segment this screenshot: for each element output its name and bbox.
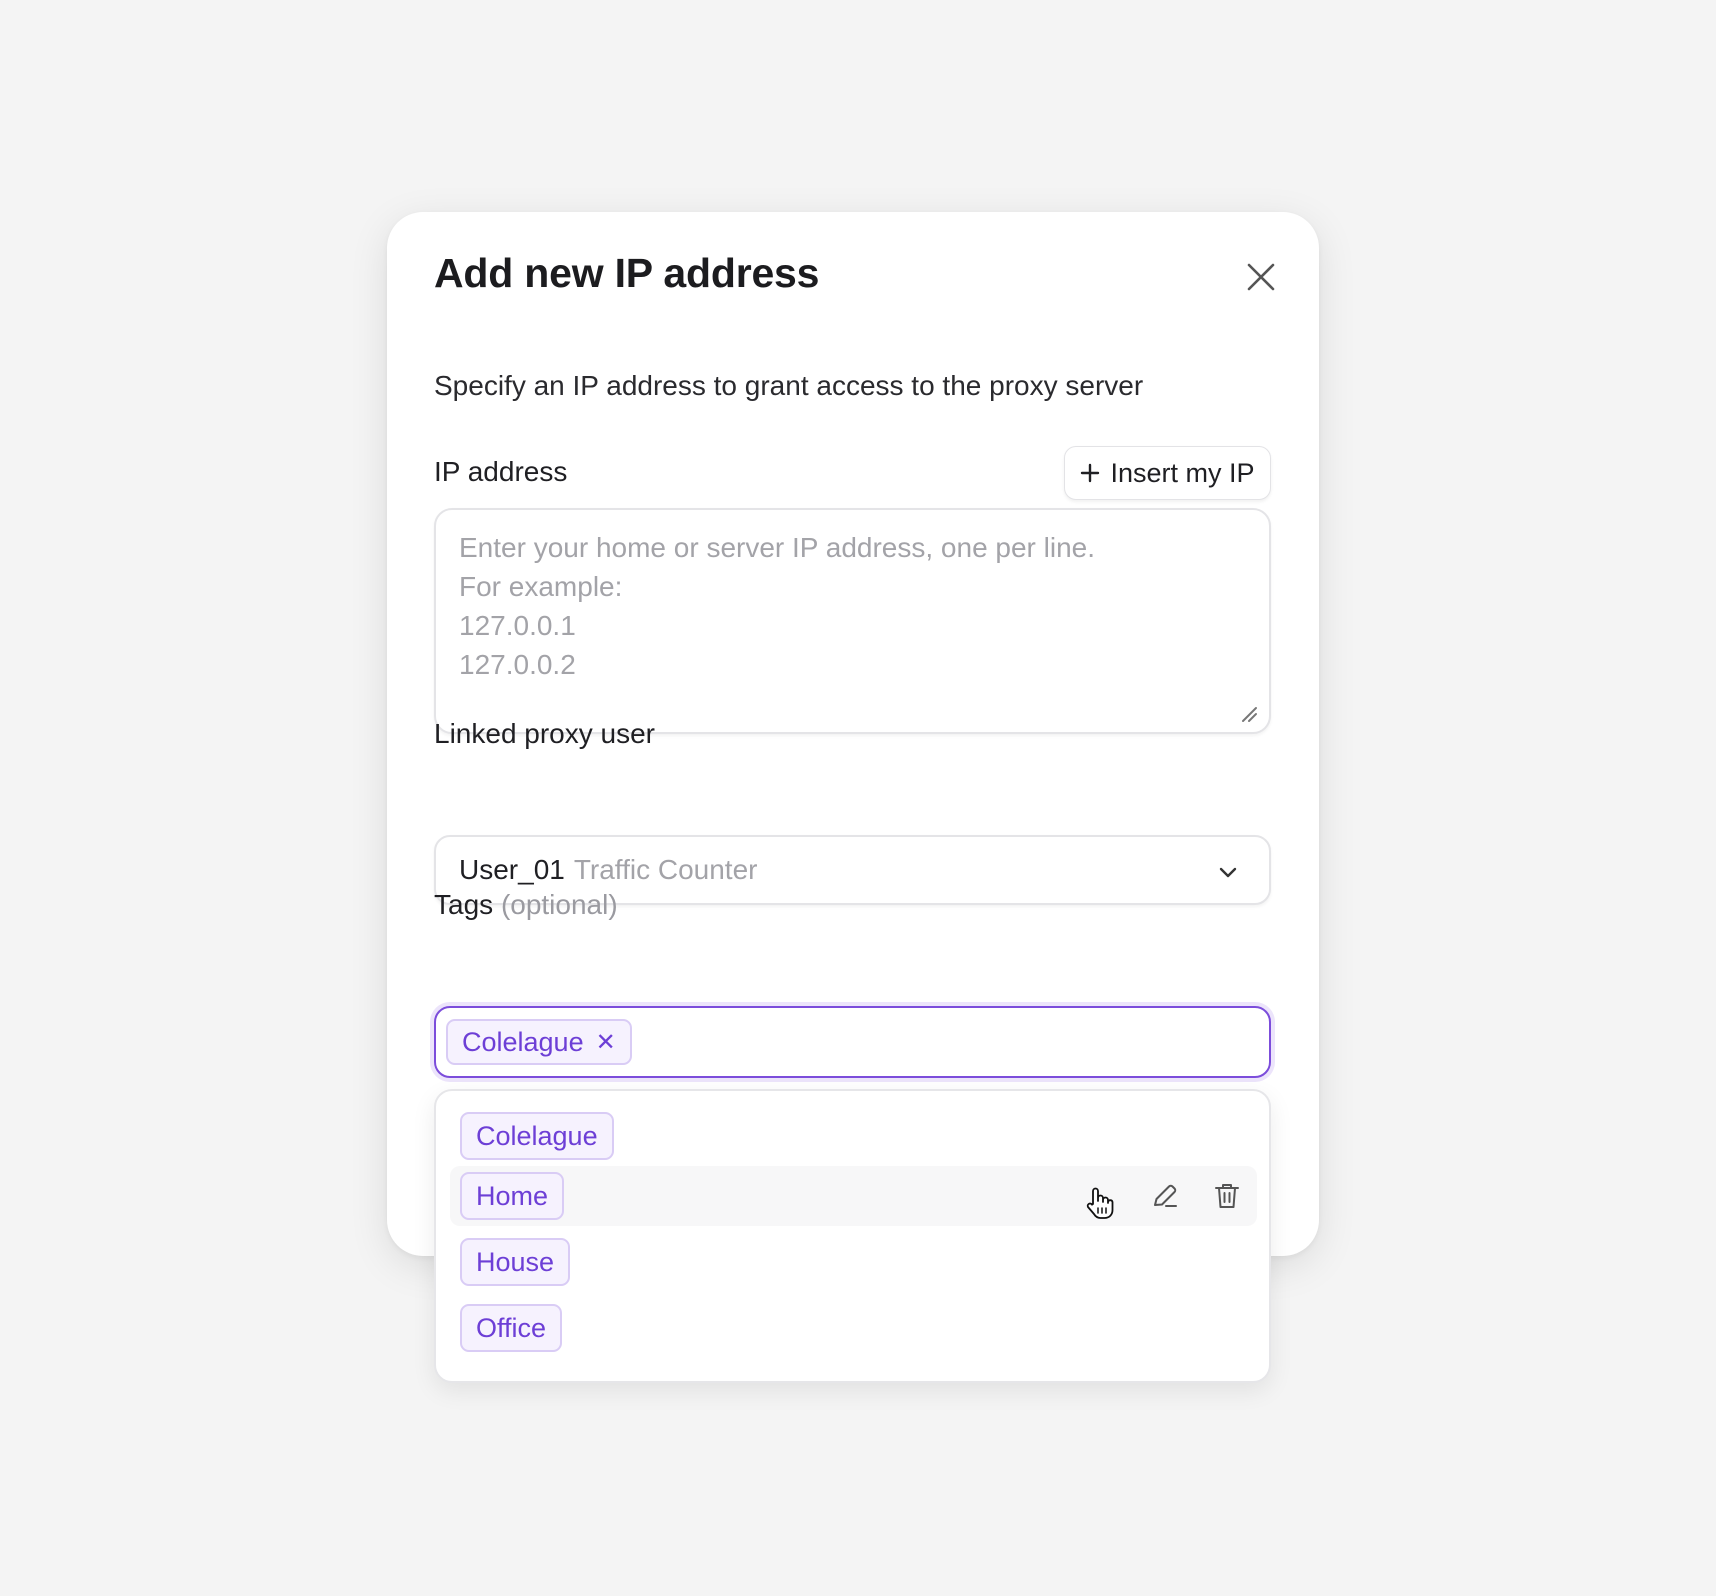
pencil-icon: [1154, 1184, 1177, 1207]
tag-option-office[interactable]: Office: [450, 1298, 1257, 1358]
hand-pointer-icon: [1086, 1187, 1114, 1219]
close-button[interactable]: [1236, 252, 1286, 302]
modal-description: Specify an IP address to grant access to…: [434, 370, 1144, 401]
ip-address-label: IP address: [434, 456, 568, 487]
insert-my-ip-label: Insert my IP: [1110, 457, 1255, 488]
tags-label-text: Tags: [434, 889, 494, 920]
selected-tag-chip: Colelague ✕: [446, 1019, 632, 1065]
plus-icon: [1081, 463, 1100, 483]
tags-label: Tags (optional): [434, 889, 618, 921]
linked-proxy-user-label: Linked proxy user: [434, 718, 656, 749]
tag-option-chip: Home: [460, 1172, 565, 1220]
tag-option-actions: [1149, 1180, 1243, 1212]
modal-title: Add new IP address: [434, 250, 820, 296]
placeholder-line: 127.0.0.1: [459, 610, 576, 641]
tag-option-chip: Office: [460, 1304, 563, 1352]
ip-address-textarea[interactable]: Enter your home or server IP address, on…: [434, 508, 1271, 734]
selected-tag-label: Colelague: [462, 1026, 584, 1057]
placeholder-line: Enter your home or server IP address, on…: [459, 532, 1096, 563]
close-icon: [1247, 263, 1275, 291]
tags-label-hint: (optional): [500, 889, 618, 920]
delete-tag-button[interactable]: [1211, 1180, 1243, 1212]
insert-my-ip-button[interactable]: Insert my IP: [1064, 446, 1271, 500]
proxy-user-subtext: Traffic Counter: [573, 854, 758, 885]
proxy-user-value: User_01: [459, 854, 565, 885]
tags-dropdown: Colelague Home House Office: [434, 1089, 1271, 1383]
trash-icon: [1215, 1184, 1239, 1208]
tag-option-home[interactable]: Home: [450, 1166, 1257, 1226]
tag-option-chip: Colelague: [460, 1112, 614, 1160]
tag-option-chip: House: [460, 1238, 571, 1286]
resize-handle-icon[interactable]: [1239, 704, 1259, 724]
remove-tag-icon[interactable]: ✕: [596, 1028, 616, 1057]
placeholder-line: For example:: [459, 571, 623, 602]
tag-option-colelague[interactable]: Colelague: [450, 1106, 1257, 1166]
tag-option-house[interactable]: House: [450, 1232, 1257, 1292]
chevron-down-icon: [1219, 867, 1237, 878]
tags-input[interactable]: Colelague ✕: [434, 1006, 1271, 1078]
edit-tag-button[interactable]: [1149, 1180, 1181, 1212]
placeholder-line: 127.0.0.2: [459, 649, 576, 680]
